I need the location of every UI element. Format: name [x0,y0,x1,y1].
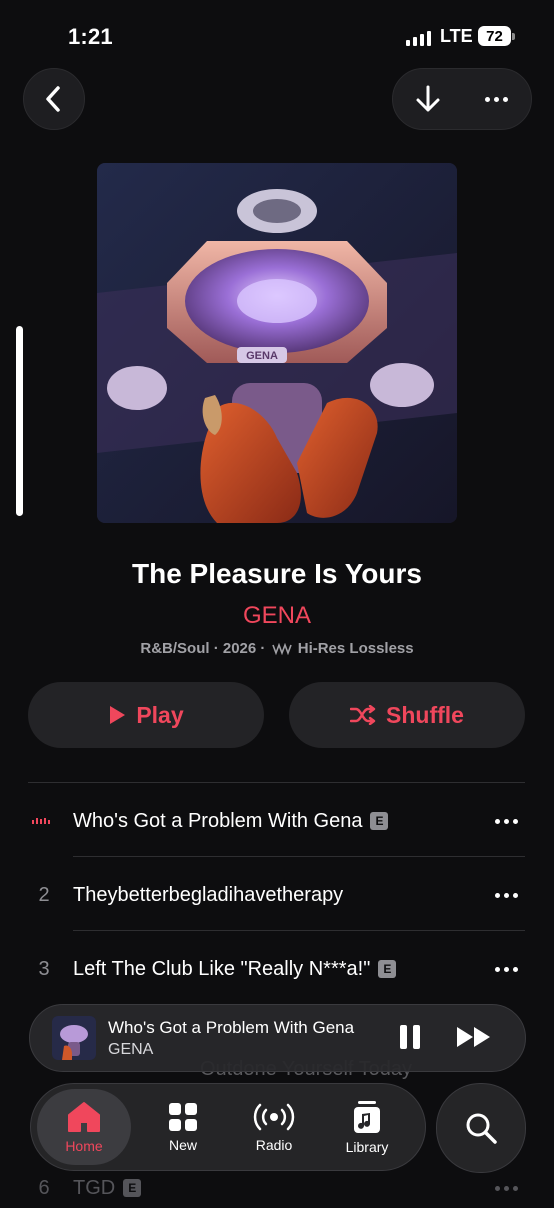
status-bar: 1:21 LTE 72 [0,0,554,70]
library-icon [354,1100,380,1133]
battery-icon: 72 [478,26,515,46]
divider [28,782,525,783]
mini-player[interactable]: Who's Got a Problem With Gena GENA [29,1004,526,1072]
tab-new[interactable]: New [136,1084,230,1170]
next-track-button[interactable] [456,1025,492,1054]
lossless-icon [271,643,292,656]
home-icon [68,1101,100,1132]
album-artwork: GENA [97,163,457,523]
play-button[interactable]: Play [28,682,264,748]
track-row[interactable]: 6 TGD E [0,1168,554,1208]
ellipsis-icon [490,966,522,972]
more-options-button[interactable] [473,75,521,123]
network-label: LTE [440,26,473,46]
tab-library[interactable]: Library [320,1084,414,1170]
grid-icon [169,1102,197,1131]
download-arrow-icon [416,85,439,112]
track-more-button[interactable] [490,818,522,824]
fast-forward-icon [457,1027,490,1047]
sheet-drag-handle[interactable] [16,326,23,516]
ellipsis-icon [490,892,522,898]
pause-button[interactable] [400,1025,420,1049]
mini-player-title: Who's Got a Problem With Gena [108,1018,355,1037]
play-icon [110,706,126,724]
play-label: Play [136,701,184,728]
divider [73,930,525,931]
album-meta: R&B/Soul · 2026 · Hi-Res Lossless [0,640,554,657]
track-title: Left The Club Like "Really N***a!" E [73,958,397,981]
mini-player-artist: GENA [108,1041,154,1058]
search-button[interactable] [436,1083,526,1173]
track-row[interactable]: 2 Theybetterbegladihavetherapy [0,858,554,932]
status-time: 1:21 [68,24,113,49]
track-number: 6 [38,1176,50,1199]
track-row[interactable]: 3 Left The Club Like "Really N***a!" E [0,932,554,1006]
explicit-badge: E [378,960,397,978]
track-title: Theybetterbegladihavetherapy [73,883,344,906]
cover-text: GENA [246,350,278,362]
track-more-button[interactable] [490,966,522,972]
download-button[interactable] [404,75,452,123]
track-row[interactable]: Who's Got a Problem With Gena E [0,784,554,858]
equalizer-icon [32,817,50,824]
now-playing-indicator [28,810,60,833]
chevron-left-icon [46,86,60,112]
ellipsis-icon [490,1185,522,1191]
track-number: 3 [38,957,50,980]
album-artist-link[interactable]: GENA [0,602,554,630]
back-button[interactable] [23,68,85,130]
explicit-badge: E [370,812,389,830]
track-number: 2 [38,883,50,906]
top-actions [392,68,532,130]
pause-icon [400,1025,407,1049]
track-more-button[interactable] [490,1185,522,1191]
track-more-button[interactable] [490,892,522,898]
track-title: TGD E [73,1177,142,1200]
explicit-badge: E [123,1179,142,1197]
album-title: The Pleasure Is Yours [132,558,422,589]
shuffle-label: Shuffle [386,701,464,728]
ellipsis-icon [485,96,508,102]
album-cover: GENA [97,163,457,523]
divider [73,856,525,857]
mini-player-artwork [52,1016,96,1060]
radio-icon [253,1103,295,1130]
ellipsis-icon [490,818,522,824]
tab-bar: Home New Radio Library [30,1083,426,1171]
genre-year: R&B/Soul · 2026 · [140,640,266,657]
search-icon [466,1113,497,1144]
tab-home[interactable]: Home [37,1089,131,1165]
signal-icon [406,30,431,46]
tab-radio[interactable]: Radio [227,1084,321,1170]
shuffle-icon [350,705,376,725]
shuffle-button[interactable]: Shuffle [289,682,525,748]
quality-label: Hi-Res Lossless [297,640,414,657]
track-title: Who's Got a Problem With Gena E [73,810,389,833]
